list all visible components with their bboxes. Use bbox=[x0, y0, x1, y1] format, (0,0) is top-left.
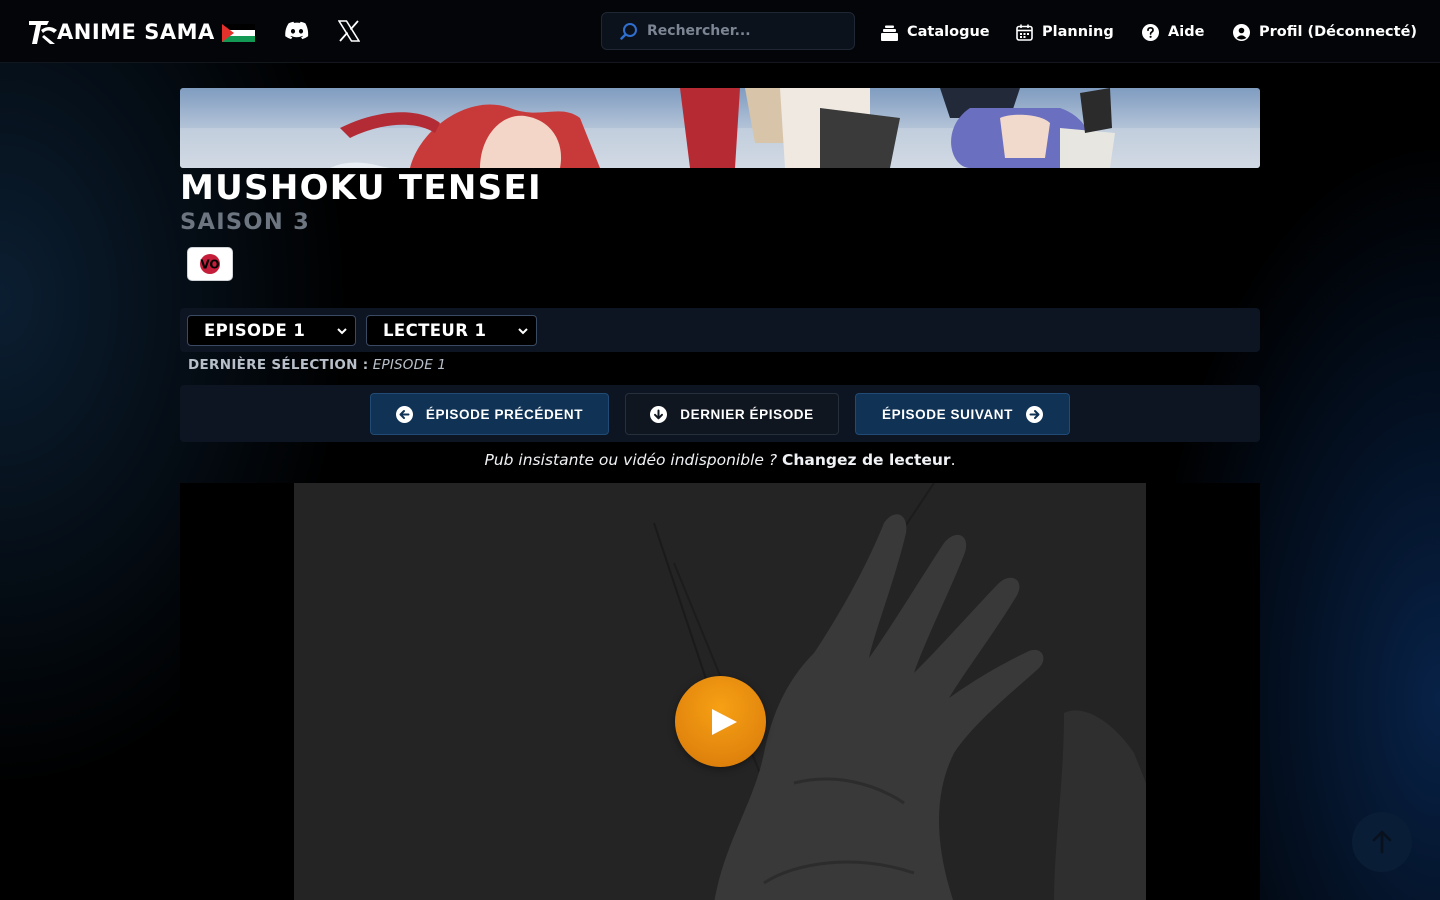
last-episode-label: DERNIER ÉPISODE bbox=[680, 406, 814, 422]
video-player[interactable] bbox=[294, 483, 1146, 900]
chevron-down-icon bbox=[337, 328, 347, 335]
nav-profil[interactable]: Profil (Déconnecté) bbox=[1233, 20, 1417, 44]
search-box bbox=[601, 12, 855, 50]
help-icon bbox=[1142, 23, 1159, 41]
top-navbar: ANIME SAMA Catalogue bbox=[0, 0, 1440, 63]
nav-aide-label: Aide bbox=[1168, 24, 1205, 40]
discord-icon[interactable] bbox=[285, 21, 309, 41]
last-selection-value: EPISODE 1 bbox=[372, 357, 447, 373]
change-player-link[interactable]: Changez de lecteur bbox=[782, 451, 951, 469]
arrow-left-circle-icon bbox=[395, 405, 413, 423]
last-episode-button[interactable]: DERNIER ÉPISODE bbox=[625, 393, 839, 435]
play-icon bbox=[711, 708, 737, 735]
search-input[interactable] bbox=[647, 23, 837, 39]
anime-title: MUSHOKU TENSEI bbox=[180, 168, 542, 208]
last-selection: DERNIÈRE SÉLECTION : EPISODE 1 bbox=[188, 357, 446, 373]
player-help-text: Pub insistante ou vidéo indisponible ? bbox=[484, 451, 778, 469]
lecteur-select-value: LECTEUR 1 bbox=[383, 321, 487, 340]
episode-navigation-bar: ÉPISODE PRÉCÉDENT DERNIER ÉPISODE ÉPISOD… bbox=[180, 385, 1260, 442]
previous-episode-label: ÉPISODE PRÉCÉDENT bbox=[425, 406, 584, 422]
arrow-right-circle-icon bbox=[1026, 405, 1044, 423]
logo-text: ANIME SAMA bbox=[57, 20, 215, 44]
catalogue-icon bbox=[881, 25, 898, 41]
last-selection-label: DERNIÈRE SÉLECTION : bbox=[188, 357, 369, 373]
episode-page-content: MUSHOKU TENSEI SAISON 3 VO EPISODE 1 LEC… bbox=[180, 88, 1260, 900]
player-help-end: . bbox=[950, 451, 956, 469]
play-button[interactable] bbox=[675, 676, 766, 767]
calendar-icon bbox=[1016, 24, 1033, 41]
scroll-to-top-button[interactable] bbox=[1352, 812, 1412, 872]
arrow-down-circle-icon bbox=[650, 405, 668, 423]
language-badge-text: VO bbox=[200, 258, 219, 272]
anime-banner-image bbox=[180, 88, 1260, 168]
next-episode-label: ÉPISODE SUIVANT bbox=[881, 406, 1014, 422]
nav-planning[interactable]: Planning bbox=[1016, 20, 1114, 44]
nav-planning-label: Planning bbox=[1042, 24, 1114, 40]
x-twitter-icon[interactable] bbox=[338, 20, 360, 42]
next-episode-button[interactable]: ÉPISODE SUIVANT bbox=[855, 393, 1070, 435]
nav-aide[interactable]: Aide bbox=[1142, 20, 1204, 44]
site-logo[interactable]: ANIME SAMA bbox=[27, 16, 215, 48]
episode-select[interactable]: EPISODE 1 bbox=[187, 315, 356, 346]
nav-catalogue-label: Catalogue bbox=[907, 24, 990, 40]
nav-catalogue[interactable]: Catalogue bbox=[881, 20, 990, 44]
previous-episode-button[interactable]: ÉPISODE PRÉCÉDENT bbox=[370, 393, 609, 435]
episode-select-value: EPISODE 1 bbox=[204, 321, 306, 340]
language-flag-vo[interactable]: VO bbox=[187, 247, 233, 281]
search-icon bbox=[620, 23, 637, 40]
user-icon bbox=[1233, 23, 1250, 41]
chevron-down-icon bbox=[518, 328, 528, 335]
japan-vo-flag-icon: VO bbox=[200, 254, 220, 274]
nav-profil-label: Profil (Déconnecté) bbox=[1259, 24, 1418, 40]
video-player-container bbox=[180, 483, 1260, 900]
episode-selector-bar: EPISODE 1 LECTEUR 1 bbox=[180, 308, 1260, 352]
arrow-up-icon bbox=[1372, 830, 1392, 854]
palestine-flag-icon[interactable] bbox=[222, 24, 255, 42]
lecteur-select[interactable]: LECTEUR 1 bbox=[366, 315, 537, 346]
player-help-note: Pub insistante ou vidéo indisponible ? C… bbox=[180, 451, 1260, 469]
logo-mark-icon bbox=[29, 21, 57, 44]
season-title: SAISON 3 bbox=[180, 209, 311, 235]
